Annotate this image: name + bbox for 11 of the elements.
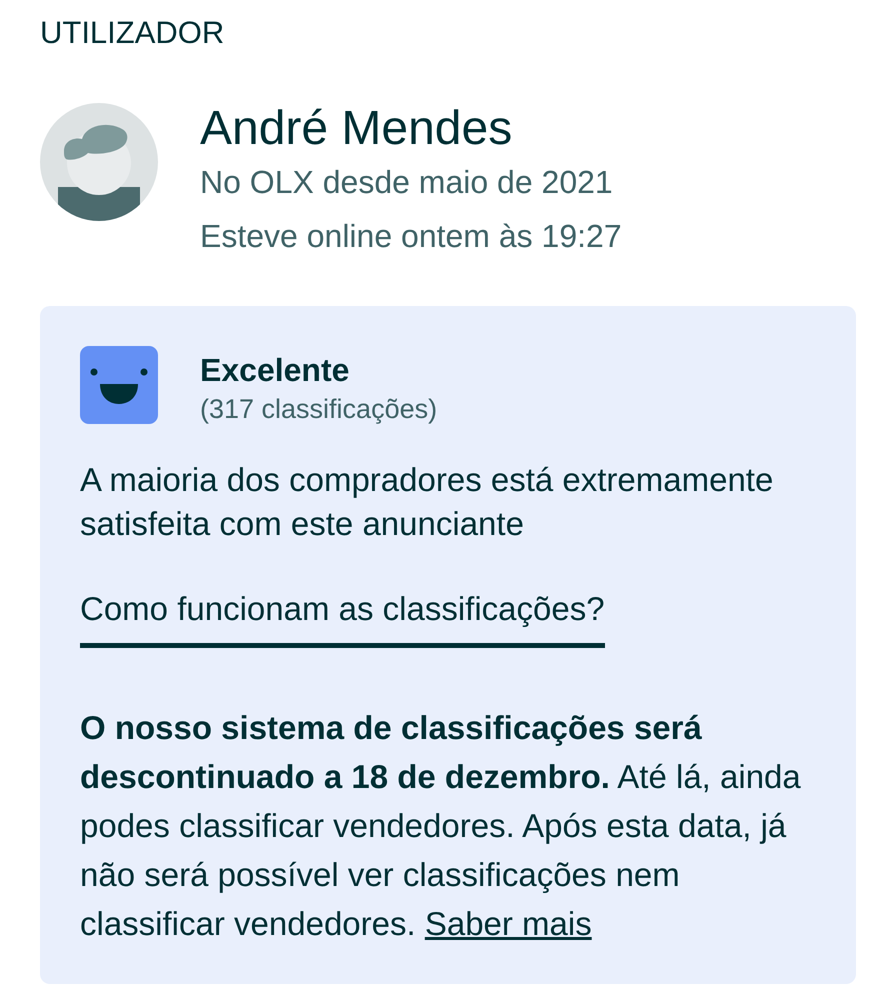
member-since: No OLX desde maio de 2021 [200,163,613,202]
user-name: André Mendes [200,103,512,155]
ratings-help-link[interactable]: Como funcionam as classificações? [80,589,605,648]
rating-label: Excelente [200,351,350,390]
last-online: Esteve online ontem às 19:27 [200,217,622,256]
learn-more-link[interactable]: Saber mais [424,905,592,942]
smiley-icon [80,346,158,424]
notice-text: O nosso sistema de classificações será descontinuado a 18 de dezembro. Até lá, ainda podes classificar vendedores. Após esta data, já não será possível ver classificações nem classificar vendedores. Saber mais [80,708,802,944]
section-title: UTILIZADOR [40,15,224,51]
rating-count: (317 classificações) [200,393,438,426]
rating-summary: A maioria dos compradores está extremamente satisfeita com este anunciante [80,460,774,544]
